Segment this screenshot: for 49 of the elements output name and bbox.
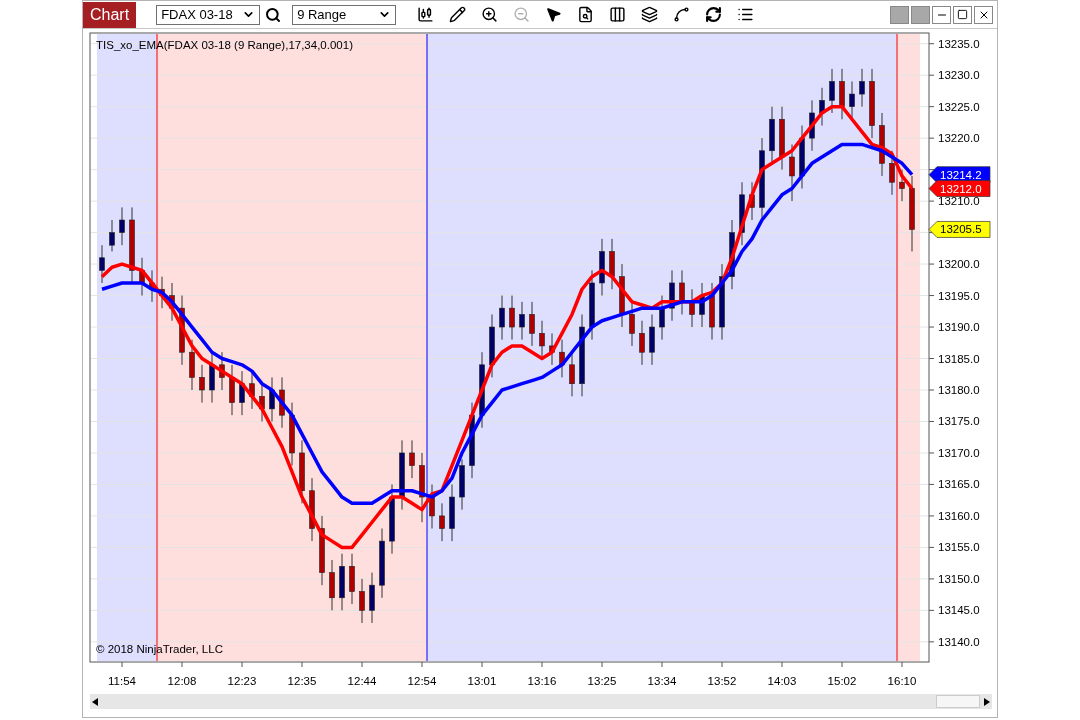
price-axis-label: 13175.0 bbox=[938, 415, 980, 428]
interval-dropdown[interactable]: 9 Range bbox=[292, 4, 397, 25]
time-axis-label: 16:10 bbox=[887, 675, 917, 687]
time-axis-label: 15:02 bbox=[827, 675, 857, 687]
price-axis-label: 13160.0 bbox=[938, 509, 980, 522]
price-axis-label: 13210.0 bbox=[938, 195, 980, 208]
price-axis-label: 13140.0 bbox=[938, 635, 980, 648]
copyright-text: © 2018 NinjaTrader, LLC bbox=[96, 643, 223, 655]
time-axis-label: 13:34 bbox=[647, 675, 677, 687]
price-axis-label: 13230.0 bbox=[938, 69, 980, 82]
price-axis-label: 13200.0 bbox=[938, 258, 980, 271]
time-axis-label: 13:25 bbox=[587, 675, 617, 687]
scroll-right-icon[interactable] bbox=[984, 697, 990, 706]
price-marker: 13205.5 bbox=[928, 221, 991, 238]
tile-button[interactable] bbox=[890, 5, 909, 24]
horizontal-scrollbar[interactable] bbox=[90, 694, 992, 709]
price-axis-label: 13225.0 bbox=[938, 100, 980, 113]
time-axis-label: 13:16 bbox=[527, 675, 557, 687]
maximize-icon bbox=[957, 9, 968, 20]
time-axis-label: 11:54 bbox=[108, 675, 136, 687]
indicator-label: TIS_xo_EMA(FDAX 03-18 (9 Range),17,34,0.001) bbox=[96, 39, 353, 51]
time-axis-label: 12:08 bbox=[167, 675, 197, 687]
price-axis-label: 13190.0 bbox=[938, 321, 980, 334]
price-axis-label: 13185.0 bbox=[938, 352, 980, 365]
chart-tab[interactable]: Chart bbox=[83, 1, 137, 28]
time-axis-label: 13:52 bbox=[707, 675, 737, 687]
tile-button[interactable] bbox=[911, 5, 930, 24]
time-axis-label: 14:03 bbox=[767, 675, 797, 687]
price-axis-label: 13195.0 bbox=[938, 289, 980, 302]
time-axis-label: 12:35 bbox=[287, 675, 317, 687]
price-marker: 13212.0 bbox=[928, 180, 991, 197]
time-axis-label: 12:23 bbox=[227, 675, 257, 687]
scroll-left-icon[interactable] bbox=[92, 697, 98, 706]
price-axis-label: 13170.0 bbox=[938, 446, 980, 459]
price-axis-label: 13155.0 bbox=[938, 541, 980, 554]
close-button[interactable] bbox=[974, 5, 993, 24]
minimize-button[interactable] bbox=[932, 5, 951, 24]
scroll-thumb[interactable] bbox=[936, 695, 980, 708]
price-axis-label: 13220.0 bbox=[938, 132, 980, 145]
maximize-button[interactable] bbox=[953, 5, 972, 24]
price-axis-label: 13180.0 bbox=[938, 384, 980, 396]
time-axis-label: 13:01 bbox=[467, 675, 497, 687]
time-axis-label: 12:54 bbox=[407, 675, 437, 687]
price-axis-label: 13235.0 bbox=[938, 37, 980, 50]
price-axis-label: 13165.0 bbox=[938, 478, 980, 491]
price-axis-label: 13145.0 bbox=[938, 604, 980, 617]
instrument-dropdown[interactable]: FDAX 03-18 bbox=[156, 4, 261, 25]
price-axis-label: 13150.0 bbox=[938, 572, 980, 585]
time-axis-label: 12:44 bbox=[347, 675, 377, 687]
